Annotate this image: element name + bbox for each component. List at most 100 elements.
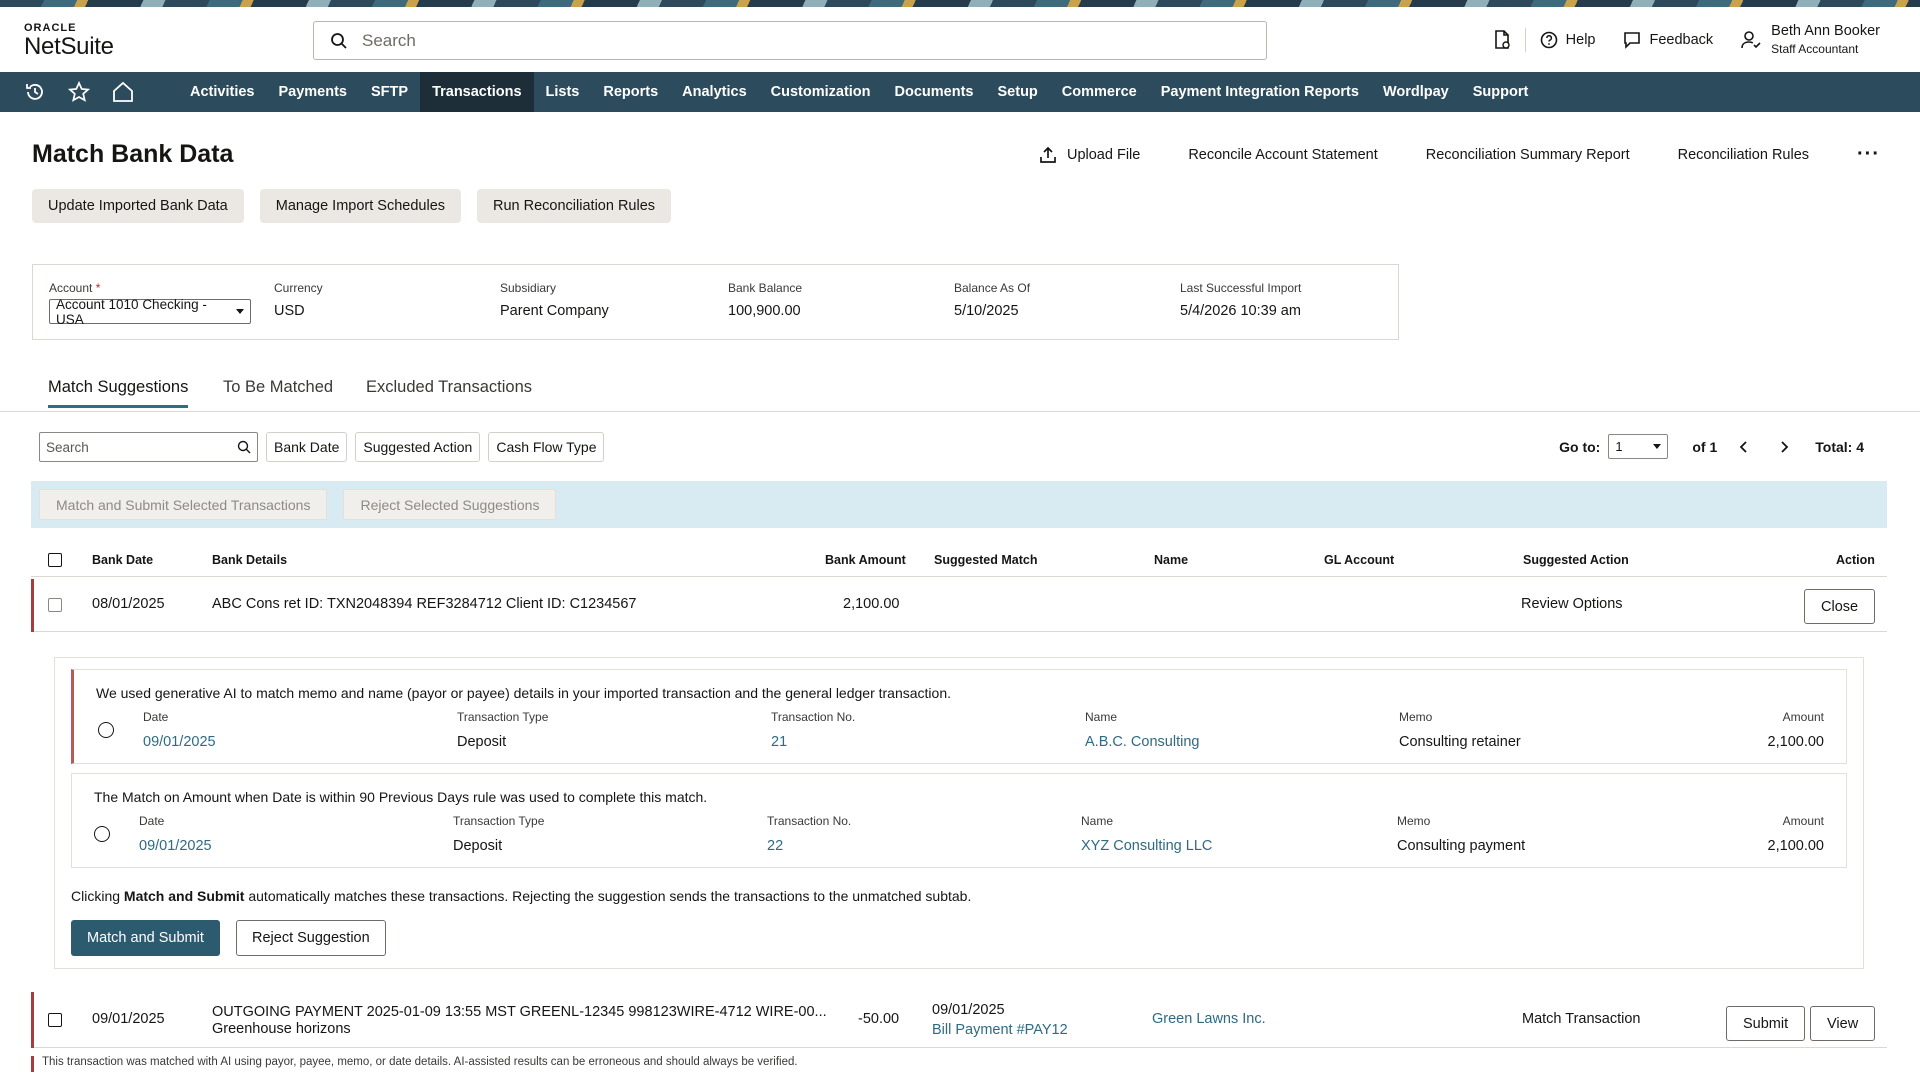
document-history-icon bbox=[1494, 29, 1510, 49]
favorites-star-icon[interactable] bbox=[68, 81, 90, 103]
more-actions-icon[interactable]: ··· bbox=[1857, 143, 1880, 166]
nav-item-wordlpay[interactable]: Wordlpay bbox=[1371, 72, 1461, 112]
tab-to-be-matched[interactable]: To Be Matched bbox=[223, 378, 333, 405]
col-suggested-match[interactable]: Suggested Match bbox=[934, 553, 1038, 567]
suggestion-type: Transaction Type Deposit bbox=[457, 710, 548, 750]
nav-item-documents[interactable]: Documents bbox=[883, 72, 986, 112]
table-header: Bank Date Bank Details Bank Amount Sugge… bbox=[31, 547, 1887, 577]
match-and-submit-button[interactable]: Match and Submit bbox=[71, 920, 220, 956]
suggestion-radio[interactable] bbox=[98, 722, 114, 738]
update-imported-bank-data-button[interactable]: Update Imported Bank Data bbox=[32, 189, 244, 223]
nav-item-setup[interactable]: Setup bbox=[986, 72, 1050, 112]
name-header: Name bbox=[1081, 814, 1114, 828]
row-bank-details: OUTGOING PAYMENT 2025-01-09 13:55 MST GR… bbox=[212, 1004, 827, 1020]
dropdown-caret-icon bbox=[1653, 444, 1662, 449]
reconciliation-rules-link[interactable]: Reconciliation Rules bbox=[1678, 147, 1809, 163]
match-submit-selected-button[interactable]: Match and Submit Selected Transactions bbox=[39, 489, 328, 520]
upload-icon bbox=[1040, 146, 1056, 163]
col-bank-details[interactable]: Bank Details bbox=[212, 553, 287, 567]
manage-import-schedules-button[interactable]: Manage Import Schedules bbox=[259, 189, 462, 223]
nav-item-transactions[interactable]: Transactions bbox=[420, 72, 534, 112]
tab-match-suggestions[interactable]: Match Suggestions bbox=[48, 378, 189, 408]
subsidiary-field: Subsidiary Parent Company bbox=[500, 281, 609, 319]
row-suggested-match-date: 09/01/2025 bbox=[932, 1002, 1005, 1018]
col-name[interactable]: Name bbox=[1154, 553, 1188, 567]
filter-suggested-action[interactable]: Suggested Action bbox=[355, 432, 481, 462]
tab-excluded-transactions[interactable]: Excluded Transactions bbox=[366, 378, 532, 405]
currency-value: USD bbox=[274, 303, 305, 319]
match-options-panel: We used generative AI to match memo and … bbox=[54, 657, 1864, 969]
reconcile-account-statement-link[interactable]: Reconcile Account Statement bbox=[1188, 147, 1377, 163]
last-import-value: 5/4/2026 10:39 am bbox=[1180, 303, 1301, 319]
help-button[interactable]: Help bbox=[1526, 31, 1610, 49]
close-button[interactable]: Close bbox=[1804, 589, 1876, 624]
upload-file-button[interactable]: Upload File bbox=[1039, 146, 1140, 164]
number-link[interactable]: 22 bbox=[767, 838, 851, 854]
nav-item-lists[interactable]: Lists bbox=[534, 72, 592, 112]
filter-cash-flow-type[interactable]: Cash Flow Type bbox=[488, 432, 605, 462]
run-reconciliation-rules-button[interactable]: Run Reconciliation Rules bbox=[477, 189, 672, 223]
nav-item-customization[interactable]: Customization bbox=[759, 72, 883, 112]
chevron-right-icon[interactable] bbox=[1779, 440, 1789, 454]
account-label: Account * bbox=[49, 281, 251, 295]
row-bank-amount: -50.00 bbox=[858, 1011, 900, 1027]
user-menu[interactable]: Beth Ann Booker Staff Accountant bbox=[1727, 23, 1920, 56]
nav-item-reports[interactable]: Reports bbox=[591, 72, 670, 112]
table-search-input[interactable]: Search bbox=[39, 432, 258, 462]
name-link[interactable]: XYZ Consulting LLC bbox=[1081, 838, 1212, 854]
home-icon[interactable] bbox=[112, 81, 134, 103]
col-bank-amount[interactable]: Bank Amount bbox=[825, 553, 906, 567]
suggestion-radio[interactable] bbox=[94, 826, 110, 842]
search-icon bbox=[331, 32, 347, 49]
account-summary-panel: Account * Account 1010 Checking - USA Cu… bbox=[32, 264, 1399, 340]
netsuite-logo[interactable]: ORACLE NetSuite bbox=[24, 23, 114, 59]
col-suggested-action[interactable]: Suggested Action bbox=[1523, 553, 1629, 567]
nav-item-analytics[interactable]: Analytics bbox=[670, 72, 758, 112]
nav-item-support[interactable]: Support bbox=[1461, 72, 1541, 112]
total-count: Total: 4 bbox=[1815, 438, 1864, 455]
row-suggested-match-link[interactable]: Bill Payment #PAY12 bbox=[932, 1022, 1068, 1038]
nav-item-payments[interactable]: Payments bbox=[266, 72, 359, 112]
date-link[interactable]: 09/01/2025 bbox=[139, 838, 212, 854]
number-link[interactable]: 21 bbox=[771, 734, 855, 750]
global-search-input[interactable] bbox=[362, 30, 1242, 51]
reconciliation-summary-report-link[interactable]: Reconciliation Summary Report bbox=[1426, 147, 1630, 163]
recent-records-button[interactable] bbox=[1479, 29, 1525, 50]
row-checkbox[interactable] bbox=[48, 1013, 62, 1027]
row-suggested-action: Match Transaction bbox=[1522, 1011, 1641, 1027]
subsidiary-value: Parent Company bbox=[500, 303, 609, 319]
table-search-placeholder: Search bbox=[46, 439, 89, 455]
col-bank-date[interactable]: Bank Date bbox=[92, 553, 153, 567]
reject-selected-button[interactable]: Reject Selected Suggestions bbox=[343, 489, 557, 520]
global-search[interactable] bbox=[313, 21, 1267, 60]
suggestion-number: Transaction No. 21 bbox=[771, 710, 855, 750]
date-link[interactable]: 09/01/2025 bbox=[143, 734, 216, 750]
nav-shortcuts bbox=[0, 81, 178, 103]
chevron-left-icon[interactable] bbox=[1739, 440, 1749, 454]
account-select[interactable]: Account 1010 Checking - USA bbox=[49, 297, 251, 327]
memo-header: Memo bbox=[1397, 814, 1431, 828]
nav-item-commerce[interactable]: Commerce bbox=[1050, 72, 1149, 112]
suggestion-memo: Memo Consulting payment bbox=[1397, 814, 1525, 854]
reject-suggestion-button[interactable]: Reject Suggestion bbox=[236, 920, 386, 956]
suggestion-type: Transaction Type Deposit bbox=[453, 814, 544, 854]
col-gl-account[interactable]: GL Account bbox=[1324, 553, 1394, 567]
nav-item-activities[interactable]: Activities bbox=[178, 72, 266, 112]
select-all-checkbox[interactable] bbox=[48, 553, 62, 567]
feedback-button[interactable]: Feedback bbox=[1609, 31, 1727, 49]
name-link[interactable]: A.B.C. Consulting bbox=[1085, 734, 1199, 750]
row-checkbox[interactable] bbox=[48, 598, 62, 612]
view-button[interactable]: View bbox=[1810, 1006, 1876, 1041]
nav-item-sftp[interactable]: SFTP bbox=[359, 72, 420, 112]
row-name-link[interactable]: Green Lawns Inc. bbox=[1152, 1011, 1266, 1027]
submit-button[interactable]: Submit bbox=[1726, 1006, 1806, 1041]
col-action[interactable]: Action bbox=[1836, 553, 1875, 567]
type-header: Transaction Type bbox=[453, 814, 545, 828]
page-select[interactable]: 1 bbox=[1608, 434, 1669, 459]
currency-label: Currency bbox=[274, 281, 323, 295]
nav-item-payment-integration-reports[interactable]: Payment Integration Reports bbox=[1149, 72, 1371, 112]
filter-bank-date[interactable]: Bank Date bbox=[266, 432, 348, 462]
recent-history-icon[interactable] bbox=[24, 81, 46, 103]
user-name: Beth Ann Booker bbox=[1771, 23, 1880, 39]
amount-value: 2,100.00 bbox=[1767, 838, 1824, 854]
